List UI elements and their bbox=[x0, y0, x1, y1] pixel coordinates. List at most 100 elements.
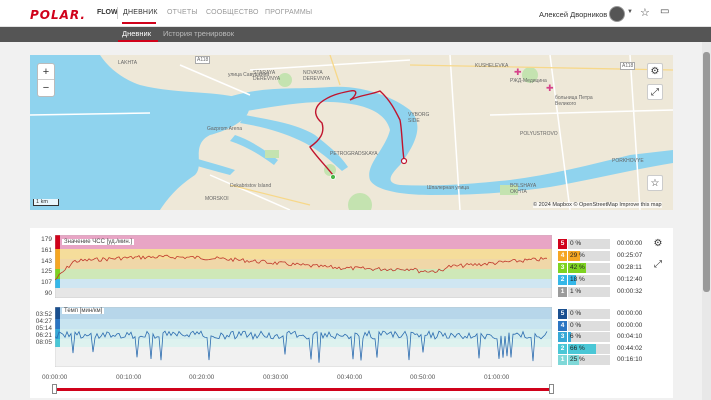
pace-zone-time: 00:00:00 bbox=[617, 321, 643, 329]
hr-tick: 90 bbox=[44, 290, 52, 297]
map-label-kushelevka: KUSHELEVKA bbox=[475, 63, 509, 69]
pace-zone-number: 4 bbox=[558, 320, 567, 331]
pace-tick: 06:21 bbox=[35, 332, 52, 339]
hr-tick: 125 bbox=[41, 268, 52, 275]
x-tick: 00:20:00 bbox=[189, 374, 215, 381]
route-map[interactable]: ✚ ✚ bbox=[30, 55, 673, 210]
flow-label: FLOW bbox=[97, 9, 118, 16]
map-label-petrogradskaya: PETROGRADSKAYA bbox=[330, 151, 378, 157]
zoom-in-button[interactable]: + bbox=[38, 64, 54, 80]
chart-expand-icon[interactable]: ⤢ bbox=[650, 257, 666, 273]
chart-settings-gear-icon[interactable]: ⚙ bbox=[650, 236, 666, 252]
map-label-vyborg-side: VYBORG SIDE bbox=[408, 112, 430, 124]
pace-tick: 03:52 bbox=[35, 311, 52, 318]
tab-active-indicator bbox=[118, 40, 158, 42]
map-label-bolshaya-okhta: BOLSHAYA OKHTA bbox=[510, 183, 536, 195]
hr-tick: 107 bbox=[41, 279, 52, 286]
map-label-morskoi: MORSKOI bbox=[205, 196, 229, 202]
map-label-savushkina: улица Савушкина bbox=[228, 72, 270, 78]
pace-zone-percent: 0 % bbox=[570, 310, 582, 317]
svg-text:✚: ✚ bbox=[546, 84, 554, 94]
pace-zone-time: 00:16:10 bbox=[617, 356, 643, 363]
polar-logo[interactable]: POLAR. bbox=[30, 8, 86, 22]
pace-zone-percent: 6 % bbox=[570, 333, 582, 340]
nav-programs[interactable]: ПРОГРАММЫ bbox=[265, 9, 312, 16]
svg-text:✚: ✚ bbox=[514, 68, 522, 78]
header-divider bbox=[117, 7, 118, 19]
map-label-porkhovye: PORKHOVYE bbox=[612, 158, 644, 164]
hr-zone-percent: 0 % bbox=[570, 240, 582, 247]
hr-zone-percent: 42 % bbox=[570, 264, 585, 271]
pace-zone-time: 00:00:00 bbox=[617, 310, 643, 317]
x-tick: 00:50:00 bbox=[410, 374, 436, 381]
star-icon[interactable]: ☆ bbox=[647, 175, 663, 191]
pace-zone-number: 3 bbox=[558, 332, 567, 342]
pace-tick: 05:14 bbox=[35, 325, 52, 332]
hr-zone-number: 1 bbox=[558, 287, 567, 297]
pace-zone-time: 00:04:10 bbox=[617, 333, 643, 340]
hr-zone-number: 3 bbox=[558, 263, 567, 273]
gear-icon[interactable]: ⚙ bbox=[647, 63, 663, 79]
pace-zone-percent: 0 % bbox=[570, 321, 582, 329]
x-tick: 00:40:00 bbox=[337, 374, 363, 381]
x-tick: 00:00:00 bbox=[42, 374, 68, 381]
pace-zone-number: 2 bbox=[558, 343, 567, 354]
range-end-handle[interactable] bbox=[549, 384, 554, 394]
map-attribution[interactable]: © 2024 Mapbox © OpenStreetMap Improve th… bbox=[533, 202, 662, 208]
nav-community[interactable]: СООБЩЕСТВО bbox=[206, 9, 259, 16]
expand-icon[interactable]: ⤢ bbox=[647, 84, 663, 100]
pace-tick: 08:05 bbox=[35, 339, 52, 346]
x-tick: 00:30:00 bbox=[263, 374, 289, 381]
map-label-dekabristov: Dekabristov Island bbox=[230, 183, 272, 189]
pace-tick: 04:27 bbox=[35, 318, 52, 325]
hr-zone-time: 00:00:32 bbox=[617, 288, 643, 295]
scrollbar-thumb[interactable] bbox=[703, 52, 710, 292]
map-label-gazprom-arena: Gazprom Arena bbox=[207, 126, 243, 132]
hr-zone-number: 5 bbox=[558, 239, 567, 249]
pace-chart[interactable] bbox=[55, 307, 552, 367]
avatar[interactable] bbox=[609, 6, 625, 22]
hr-zone-number: 4 bbox=[558, 251, 567, 261]
hr-zone-percent: 29 % bbox=[570, 252, 585, 259]
hr-zone-time: 00:00:00 bbox=[617, 240, 643, 247]
map-scale: 1 km bbox=[33, 199, 59, 206]
map-label-hospital: больница Петра Великого bbox=[555, 95, 593, 107]
map-label-polyustrovo: POLYUSTROVO bbox=[520, 131, 558, 137]
zoom-out-button[interactable]: − bbox=[38, 80, 54, 96]
zoom-control[interactable]: + − bbox=[37, 63, 55, 97]
hr-zone-percent: 1 % bbox=[570, 288, 582, 295]
x-tick: 00:10:00 bbox=[116, 374, 142, 381]
map-label-rzhd: РЖД-Медицина bbox=[510, 78, 547, 84]
hr-tick: 161 bbox=[41, 247, 52, 254]
road-shield: A118 bbox=[195, 56, 211, 64]
nav-reports[interactable]: ОТЧЕТЫ bbox=[167, 9, 198, 16]
chevron-down-icon[interactable]: ▼ bbox=[627, 9, 633, 15]
time-range-slider[interactable] bbox=[54, 388, 554, 391]
map-label-shpalernaya: Шпалерная улица bbox=[427, 185, 469, 191]
tab-diary[interactable]: Дневник bbox=[122, 29, 151, 38]
nav-diary[interactable]: ДНЕВНИК bbox=[123, 9, 158, 16]
chat-icon[interactable]: ▭ bbox=[660, 6, 669, 17]
pace-chart-label: Темп [мин/км] bbox=[62, 308, 105, 314]
pace-zone-percent: 66 % bbox=[570, 344, 585, 352]
map-canvas: ✚ ✚ bbox=[30, 55, 673, 210]
hr-zone-number: 2 bbox=[558, 275, 567, 285]
map-label-lakhta: LAKHTA bbox=[118, 60, 138, 66]
hr-zone-time: 00:25:07 bbox=[617, 252, 643, 259]
user-name[interactable]: Алексей Дворников bbox=[539, 10, 607, 19]
x-tick: 01:00:00 bbox=[484, 374, 510, 381]
pace-zone-number: 1 bbox=[558, 355, 567, 365]
sub-nav-bar bbox=[0, 27, 711, 42]
hr-tick: 179 bbox=[41, 236, 52, 243]
nav-active-indicator bbox=[122, 22, 156, 24]
hr-zone-percent: 18 % bbox=[570, 276, 585, 283]
tab-training-history[interactable]: История тренировок bbox=[163, 29, 234, 38]
pace-zone-time: 00:44:02 bbox=[617, 344, 643, 352]
star-icon[interactable]: ☆ bbox=[640, 6, 650, 19]
range-start-handle[interactable] bbox=[52, 384, 57, 394]
hr-zone-time: 00:12:40 bbox=[617, 276, 643, 283]
hr-tick: 143 bbox=[41, 258, 52, 265]
pace-zone-percent: 25 % bbox=[570, 356, 585, 363]
road-shield: A118 bbox=[620, 62, 636, 70]
hr-zone-time: 00:28:11 bbox=[617, 264, 642, 271]
